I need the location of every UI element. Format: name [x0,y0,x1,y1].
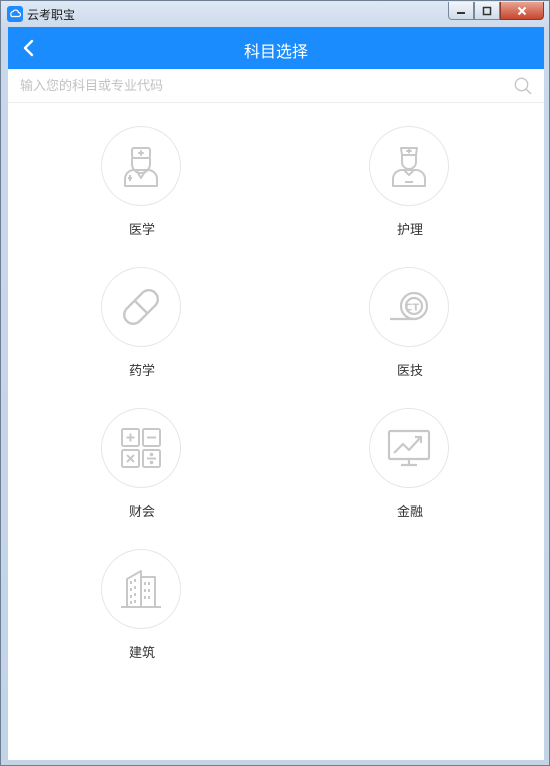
subject-item-medicine[interactable]: 医学 [82,126,202,246]
search-bar [8,69,544,103]
ct-scan-icon: CT [390,291,429,321]
window-titlebar[interactable]: 云考职宝 [1,1,549,27]
subject-item-medical-tech[interactable]: CT 医技 [350,267,470,387]
subject-label: 药学 [128,364,155,379]
minimize-button[interactable] [448,2,474,20]
subject-item-nursing[interactable]: 护理 [350,126,470,246]
subject-label: 金融 [396,505,423,520]
subject-label: 医学 [128,223,155,238]
subject-icon-circle [101,408,181,488]
minimize-icon [457,11,465,14]
pill-icon [123,289,159,325]
app-window: 云考职宝 科目选择 输入您的科目或专业代码 医学 护理 药学 CT 医技 财会 … [0,0,550,766]
stock-chart-icon [387,429,431,467]
subject-icon-circle [101,126,181,206]
subject-label: 财会 [128,505,155,520]
subject-icon-circle [101,549,181,629]
maximize-icon [482,6,492,15]
subject-icon-circle [369,126,449,206]
subject-item-accounting[interactable]: 财会 [82,408,202,528]
close-button[interactable] [500,2,544,20]
page-title: 科目选择 [243,42,308,61]
svg-text:CT: CT [405,303,419,314]
subject-label: 医技 [396,364,423,379]
page-header: 科目选择 [8,27,544,69]
doctor-icon [124,147,158,187]
subject-icon-circle: CT [369,267,449,347]
subject-icon-circle [369,408,449,488]
subject-label: 建筑 [128,646,155,661]
app-logo-icon [7,6,23,22]
close-icon [517,6,527,15]
app-content: 科目选择 医学 [8,27,544,760]
subject-item-finance[interactable]: 金融 [350,408,470,528]
subject-item-pharmacy[interactable]: 药学 [82,267,202,387]
subject-label: 护理 [396,223,423,238]
building-icon [121,570,161,608]
subject-icon-circle [101,267,181,347]
nurse-icon [392,147,426,187]
window-title: 云考职宝 [27,8,76,22]
search-icon[interactable] [514,77,532,95]
calculator-icon [121,428,161,468]
subject-item-architecture[interactable]: 建筑 [82,549,202,669]
search-input[interactable] [20,75,490,97]
maximize-button[interactable] [474,2,500,20]
